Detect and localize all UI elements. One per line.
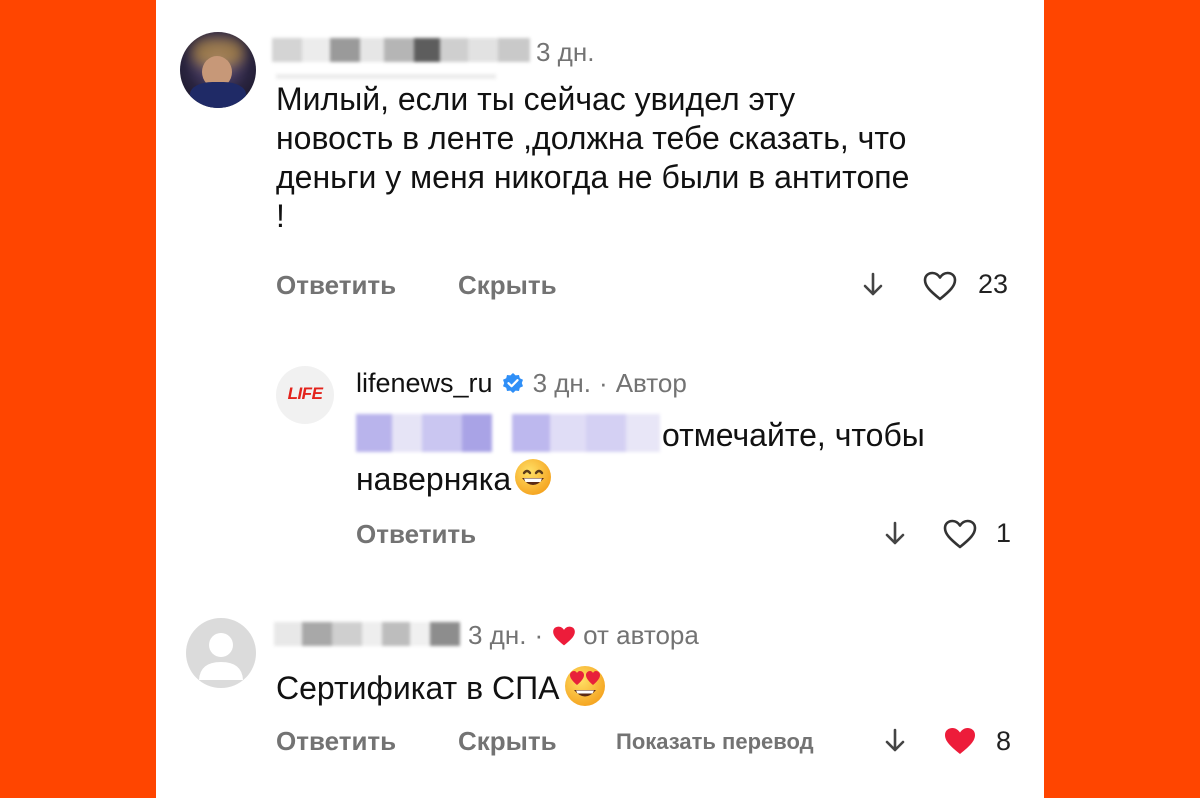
reply-button[interactable]: Ответить	[276, 726, 396, 757]
like-count: 1	[996, 518, 1012, 548]
reply-button[interactable]: Ответить	[356, 519, 476, 550]
author-badge: Автор	[615, 368, 687, 398]
comment-text-line: Сертификат в СПА	[276, 670, 560, 706]
comment-text-line: деньги у меня никогда не были в антитопе	[276, 159, 910, 195]
dislike-arrow-icon[interactable]	[862, 272, 884, 298]
hide-button[interactable]: Скрыть	[458, 270, 557, 301]
reply-button[interactable]: Ответить	[276, 270, 396, 301]
like-count: 8	[996, 726, 1012, 756]
comment-text: Сертификат в СПА	[276, 664, 607, 713]
comments-panel: 3 дн. Милый, если ты сейчас увидел эту н…	[156, 0, 1044, 798]
comment-meta: 3 дн. · от автора	[468, 620, 699, 651]
heart-eyes-icon	[563, 664, 607, 713]
comment-text: Милый, если ты сейчас увидел эту новость…	[276, 80, 909, 236]
comment-time: 3 дн.	[536, 37, 595, 67]
hide-button[interactable]: Скрыть	[458, 726, 557, 757]
heart-filled-icon[interactable]	[942, 725, 978, 757]
verified-badge-icon	[501, 372, 525, 396]
life-logo: LIFE	[287, 384, 323, 403]
lifenews-avatar[interactable]: LIFE	[276, 366, 334, 424]
grinning-face-icon	[513, 457, 553, 502]
dislike-arrow-icon[interactable]	[884, 728, 906, 754]
show-translation-button[interactable]: Показать перевод	[616, 729, 814, 755]
reply-header: lifenews_ru 3 дн. · Автор	[356, 368, 687, 399]
redacted-mention[interactable]	[356, 414, 660, 452]
separator: ·	[599, 368, 608, 398]
heart-icon[interactable]	[942, 518, 978, 550]
redacted-username	[274, 622, 460, 646]
reply-text: наверняка	[356, 461, 512, 497]
liked-by-author: от автора	[583, 620, 699, 650]
reply-text-line: наверняка	[356, 457, 553, 502]
dislike-arrow-icon[interactable]	[884, 521, 906, 547]
comment-time: 3 дн.	[468, 620, 527, 650]
redacted-username	[272, 38, 530, 62]
heart-filled-icon	[551, 624, 577, 648]
avatar[interactable]	[180, 32, 256, 108]
like-count: 23	[978, 269, 1009, 299]
comment-text-line: !	[276, 198, 285, 234]
comment-text-line: Милый, если ты сейчас увидел эту	[276, 81, 796, 117]
separator: ·	[534, 620, 544, 650]
reply-text-line: отмечайте, чтобы	[662, 417, 925, 453]
comment-text-line: новость в ленте ,должна тебе сказать, чт…	[276, 120, 907, 156]
default-avatar-icon[interactable]	[186, 618, 256, 688]
redacted-username-underline	[276, 74, 496, 79]
heart-icon[interactable]	[922, 270, 958, 302]
comment-time: 3 дн.	[532, 368, 592, 398]
username[interactable]: lifenews_ru	[356, 368, 493, 399]
